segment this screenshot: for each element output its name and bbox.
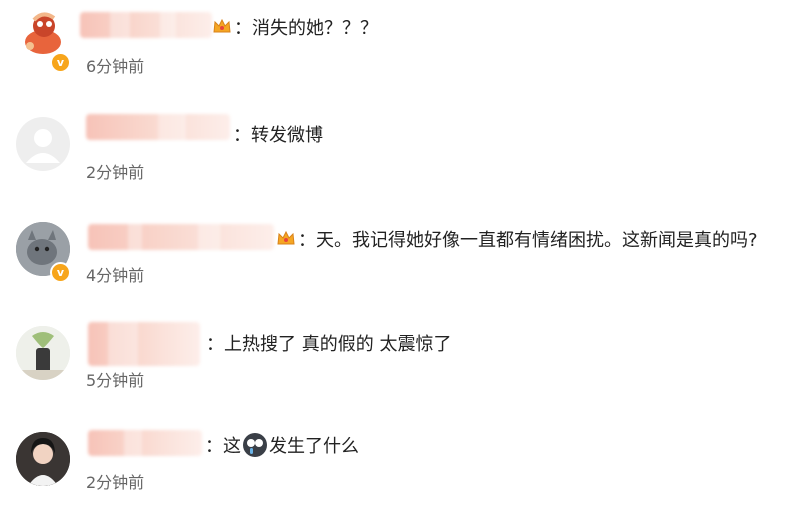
verified-badge-icon: v xyxy=(50,52,71,73)
username-blurred[interactable] xyxy=(88,224,274,250)
timestamp[interactable]: 5分钟前 xyxy=(86,367,144,391)
username-blurred[interactable] xyxy=(88,322,200,366)
timestamp[interactable]: 2分钟前 xyxy=(86,469,144,493)
separator: ： xyxy=(233,125,251,146)
separator: ： xyxy=(234,18,252,39)
comment-list: v ：消失的她？？？ 6分钟前 ：转发微博 2分钟前 v ：天。我记得她好像一直… xyxy=(0,0,799,508)
username-blurred[interactable] xyxy=(88,430,202,456)
comment-text: ：这 发生了什么 xyxy=(205,432,359,458)
separator: ： xyxy=(206,334,224,355)
comment-text: ：上热搜了 真的假的 太震惊了 xyxy=(206,330,451,356)
crown-badge-icon xyxy=(277,230,295,245)
comment-item: v ：消失的她？？？ 6分钟前 xyxy=(0,0,799,100)
separator: ： xyxy=(205,436,223,457)
comment-body: 消失的她？？？ xyxy=(252,18,378,39)
username-blurred[interactable] xyxy=(80,12,212,38)
timestamp[interactable]: 2分钟前 xyxy=(86,159,144,183)
avatar[interactable] xyxy=(16,326,70,380)
comment-item: ：转发微博 2分钟前 xyxy=(0,104,799,204)
comment-item: v ：天。我记得她好像一直都有情绪困扰。这新闻是真的吗? 4分钟前 xyxy=(0,206,799,306)
username-blurred[interactable] xyxy=(86,114,230,140)
timestamp[interactable]: 6分钟前 xyxy=(86,53,144,77)
crown-badge-icon xyxy=(213,18,231,33)
comment-body-end: 发生了什么 xyxy=(269,436,359,457)
comment-text: ：消失的她？？？ xyxy=(234,14,378,40)
comment-item: ：这 发生了什么 2分钟前 xyxy=(0,408,799,508)
avatar[interactable] xyxy=(16,432,70,486)
verified-badge-icon: v xyxy=(50,262,71,283)
comment-body: 转发微博 xyxy=(251,125,323,146)
comment-body: 天。我记得她好像一直都有情绪困扰。这新闻是真的吗? xyxy=(316,230,758,251)
comment-body: 上热搜了 真的假的 太震惊了 xyxy=(224,334,452,355)
comment-text: ：天。我记得她好像一直都有情绪困扰。这新闻是真的吗? xyxy=(298,226,758,252)
separator: ： xyxy=(298,230,316,251)
comment-item: ：上热搜了 真的假的 太震惊了 5分钟前 xyxy=(0,310,799,410)
timestamp[interactable]: 4分钟前 xyxy=(86,262,144,286)
doge-tear-icon xyxy=(243,433,267,457)
comment-text: ：转发微博 xyxy=(233,121,323,147)
avatar[interactable] xyxy=(16,117,70,171)
comment-body-start: 这 xyxy=(223,436,241,457)
